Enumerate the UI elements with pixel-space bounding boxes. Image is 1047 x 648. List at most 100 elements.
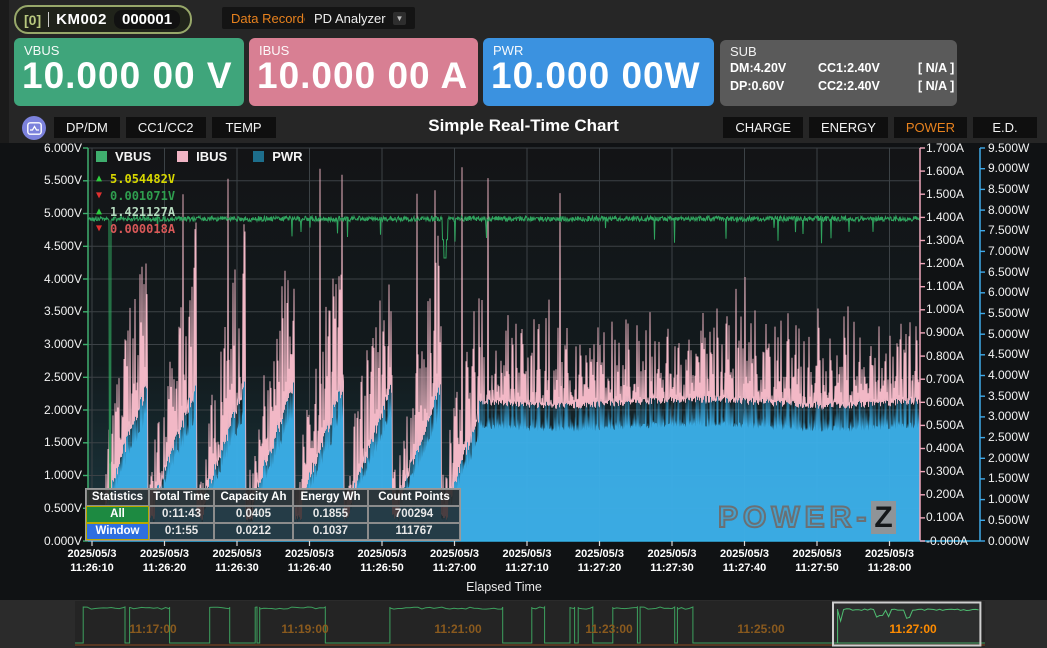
axis-tick-label: 4.500W bbox=[988, 347, 1029, 362]
tab-ed[interactable]: E.D. bbox=[973, 117, 1037, 138]
vbus-value: 10.000 00 V bbox=[14, 58, 244, 94]
x-tick-label: 2025/05/311:28:00 bbox=[848, 547, 932, 575]
axis-tick-label: 5.500V bbox=[2, 173, 82, 188]
stats-row-label[interactable]: Window bbox=[86, 523, 149, 540]
vbus-label: VBUS bbox=[14, 38, 244, 58]
sub-label: SUB bbox=[730, 44, 957, 59]
ibus-value: 10.000 00 A bbox=[249, 58, 478, 94]
axis-tick-label: 0.400A bbox=[926, 441, 964, 456]
axis-tick-label: 1.500A bbox=[926, 187, 964, 202]
navigator-time-label: 11:21:00 bbox=[413, 622, 503, 636]
legend-swatch-icon bbox=[177, 151, 188, 162]
pwr-display: PWR 10.000 00W bbox=[483, 38, 714, 106]
stats-value-cell: 0.0212 bbox=[214, 523, 293, 540]
legend-label: PWR bbox=[272, 149, 302, 164]
metric-cards-row: VBUS 10.000 00 V IBUS 10.000 00 A PWR 10… bbox=[0, 38, 1047, 108]
axis-tick-label: 0.500W bbox=[988, 513, 1029, 528]
stat-annotation: ▼ 0.000018A bbox=[96, 221, 175, 238]
axis-tick-label: 0.100A bbox=[926, 510, 964, 525]
axis-tick-label: 0.500A bbox=[926, 418, 964, 433]
stats-value-cell: 0:1:55 bbox=[149, 523, 214, 540]
stats-header-cell: Count Points bbox=[368, 489, 460, 506]
axis-tick-label: 1.500V bbox=[2, 435, 82, 450]
stats-header-cell: Energy Wh bbox=[293, 489, 368, 506]
top-bar: [0] KM002 000001 Data Recorder PD Analyz… bbox=[0, 0, 1047, 36]
cc2-voltage: CC2:2.40V bbox=[818, 77, 918, 95]
x-tick-label: 2025/05/311:27:10 bbox=[485, 547, 569, 575]
stats-value-cell: 0:11:43 bbox=[149, 506, 214, 523]
stat-annotation: ▲ 1.421127A bbox=[96, 204, 175, 221]
dm-voltage: DM:4.20V bbox=[730, 59, 818, 77]
axis-tick-label: 2.000V bbox=[2, 403, 82, 418]
axis-tick-label: 8.000W bbox=[988, 203, 1029, 218]
navigator-time-label: 11:23:00 bbox=[564, 622, 654, 636]
axis-tick-label: 4.000W bbox=[988, 368, 1029, 383]
device-model: KM002 bbox=[56, 11, 107, 28]
axis-tick-label: 4.000V bbox=[2, 272, 82, 287]
axis-tick-label: 2.500W bbox=[988, 430, 1029, 445]
stats-header-cell: Total Time bbox=[149, 489, 214, 506]
axis-tick-label: 2.500V bbox=[2, 370, 82, 385]
axis-tick-label: -0.000A bbox=[926, 534, 968, 549]
stat-annotation: ▲5.054482V bbox=[96, 171, 175, 188]
tab-energy[interactable]: ENERGY bbox=[809, 117, 888, 138]
statistics-table: StatisticsTotal TimeCapacity AhEnergy Wh… bbox=[85, 488, 461, 541]
axis-tick-label: 0.800A bbox=[926, 349, 964, 364]
pd-analyzer-dropdown[interactable]: PD Analyzer ▼ bbox=[305, 7, 415, 29]
power-z-watermark: POWER-Z bbox=[718, 501, 896, 535]
device-serial: 000001 bbox=[114, 10, 180, 29]
sub-row-dp: DP:0.60V CC2:2.40V [ N/A ] bbox=[730, 77, 957, 95]
axis-tick-label: 5.000V bbox=[2, 206, 82, 221]
axis-tick-label: 1.000W bbox=[988, 492, 1029, 507]
stat-annotation-value: 1.421127A bbox=[110, 204, 175, 221]
x-tick-label: 2025/05/311:26:10 bbox=[50, 547, 134, 575]
x-tick-label: 2025/05/311:26:30 bbox=[195, 547, 279, 575]
vbus-display: VBUS 10.000 00 V bbox=[14, 38, 244, 106]
axis-tick-label: 9.000W bbox=[988, 161, 1029, 176]
axis-tick-label: 3.500W bbox=[988, 389, 1029, 404]
axis-tick-label: 1.600A bbox=[926, 164, 964, 179]
pwr-label: PWR bbox=[483, 38, 714, 58]
stat-annotation: ▼0.001071V bbox=[96, 188, 175, 205]
legend-item-vbus[interactable]: VBUS bbox=[96, 149, 151, 164]
cc1-status: [ N/A ] bbox=[918, 59, 970, 77]
axis-tick-label: 5.500W bbox=[988, 306, 1029, 321]
stat-annotation-value: 0.000018A bbox=[110, 221, 175, 238]
axis-tick-label: 0.200A bbox=[926, 487, 964, 502]
stats-row-label[interactable]: All bbox=[86, 506, 149, 523]
dp-voltage: DP:0.60V bbox=[730, 77, 818, 95]
x-tick-label: 2025/05/311:26:20 bbox=[123, 547, 207, 575]
right-tabs: CHARGE ENERGY POWER E.D. bbox=[723, 117, 1037, 138]
chart-region: 6.000V5.500V5.000V4.500V4.000V3.500V3.00… bbox=[0, 143, 1047, 600]
triangle-down-icon: ▼ bbox=[96, 221, 102, 238]
triangle-up-icon: ▲ bbox=[96, 171, 102, 188]
axis-tick-label: 1.500W bbox=[988, 471, 1029, 486]
axis-tick-label: 0.700A bbox=[926, 372, 964, 387]
axis-tick-label: 3.000V bbox=[2, 337, 82, 352]
axis-tick-label: 0.600A bbox=[926, 395, 964, 410]
chart-toolbar: DP/DMCC1/CC2TEMP Simple Real-Time Chart … bbox=[0, 114, 1047, 143]
axis-tick-label: 3.500V bbox=[2, 304, 82, 319]
min-max-annotations: ▲5.054482V▼0.001071V▲ 1.421127A ▼ 0.000018A bbox=[96, 171, 175, 237]
x-tick-label: 2025/05/311:26:50 bbox=[340, 547, 424, 575]
legend-label: VBUS bbox=[115, 149, 151, 164]
tab-power[interactable]: POWER bbox=[894, 117, 967, 138]
badge-divider-icon bbox=[48, 12, 49, 27]
ibus-label: IBUS bbox=[249, 38, 478, 58]
navigator-chart[interactable] bbox=[75, 601, 985, 648]
axis-tick-label: 1.100A bbox=[926, 279, 964, 294]
legend-item-pwr[interactable]: PWR bbox=[253, 149, 302, 164]
legend-label: IBUS bbox=[196, 149, 227, 164]
triangle-up-icon: ▲ bbox=[96, 204, 102, 221]
axis-tick-label: 7.500W bbox=[988, 223, 1029, 238]
x-tick-label: 2025/05/311:27:50 bbox=[775, 547, 859, 575]
stats-value-cell: 700294 bbox=[368, 506, 460, 523]
legend-item-ibus[interactable]: IBUS bbox=[177, 149, 227, 164]
axis-tick-label: 1.300A bbox=[926, 233, 964, 248]
navigator-time-label: 11:27:00 bbox=[868, 622, 958, 636]
device-badge[interactable]: [0] KM002 000001 bbox=[14, 5, 192, 34]
axis-tick-label: 0.500V bbox=[2, 501, 82, 516]
pd-analyzer-label: PD Analyzer bbox=[314, 11, 386, 26]
tab-charge[interactable]: CHARGE bbox=[723, 117, 803, 138]
legend-swatch-icon bbox=[96, 151, 107, 162]
